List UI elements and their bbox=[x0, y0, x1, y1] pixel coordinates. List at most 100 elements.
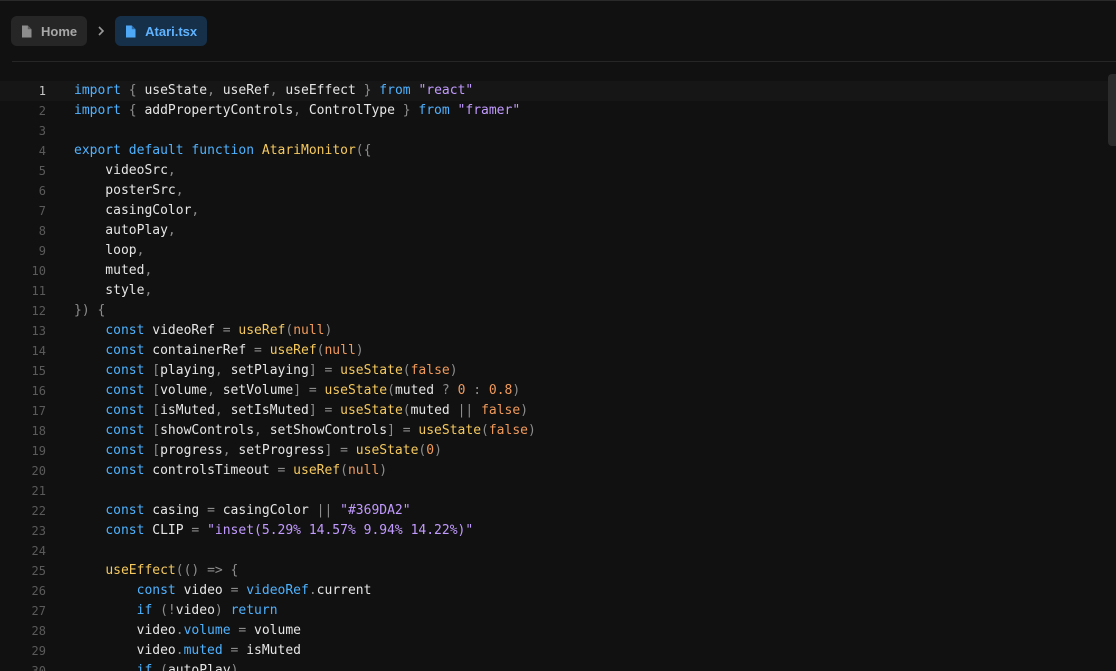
line-number: 9 bbox=[38, 244, 46, 258]
code-token: showControls bbox=[160, 423, 255, 438]
code-line[interactable]: 7 casingColor, bbox=[0, 201, 1116, 221]
code-text: const casing = casingColor || "#369DA2" bbox=[74, 501, 410, 521]
code-token: const bbox=[105, 363, 145, 378]
code-line[interactable]: 17 const [isMuted, setIsMuted] = useStat… bbox=[0, 401, 1116, 421]
code-token: ] = bbox=[293, 383, 325, 398]
code-token: "inset(5.29% 14.57% 9.94% 14.22%)" bbox=[207, 523, 474, 538]
line-number: 25 bbox=[31, 564, 46, 578]
code-line[interactable]: 22 const casing = casingColor || "#369DA… bbox=[0, 501, 1116, 521]
code-line[interactable]: 20 const controlsTimeout = useRef(null) bbox=[0, 461, 1116, 481]
line-number: 3 bbox=[38, 124, 46, 138]
code-line[interactable]: 3 bbox=[0, 121, 1116, 141]
chevron-right-icon bbox=[87, 26, 115, 36]
breadcrumb-file-tab[interactable]: Atari.tsx bbox=[115, 16, 208, 46]
line-number: 1 bbox=[38, 84, 46, 98]
code-text: const controlsTimeout = useRef(null) bbox=[74, 461, 387, 481]
line-number: 10 bbox=[31, 264, 46, 278]
header-divider bbox=[12, 61, 1116, 62]
code-text: const [showControls, setShowControls] = … bbox=[74, 421, 536, 441]
code-token: . bbox=[175, 623, 184, 638]
code-text: style, bbox=[74, 281, 152, 301]
code-token: function bbox=[191, 143, 255, 158]
code-line[interactable]: 30 if (autoPlay) bbox=[0, 661, 1116, 671]
code-token: , bbox=[191, 203, 200, 218]
code-line[interactable]: 12}) { bbox=[0, 301, 1116, 321]
code-token: current bbox=[316, 583, 372, 598]
line-number: 12 bbox=[31, 304, 46, 318]
code-token: muted bbox=[74, 263, 145, 278]
code-token: video bbox=[74, 643, 176, 658]
code-line[interactable]: 6 posterSrc, bbox=[0, 181, 1116, 201]
code-token: , bbox=[167, 223, 176, 238]
code-line[interactable]: 2 import { addPropertyControls, ControlTy… bbox=[0, 101, 1116, 121]
code-line[interactable]: 5 videoSrc, bbox=[0, 161, 1116, 181]
code-line[interactable]: 8 autoPlay, bbox=[0, 221, 1116, 241]
code-line[interactable]: 19 const [progress, setProgress] = useSt… bbox=[0, 441, 1116, 461]
code-token: (! bbox=[152, 603, 176, 618]
line-number: 19 bbox=[31, 444, 46, 458]
vertical-scrollbar[interactable] bbox=[1108, 74, 1116, 146]
breadcrumb-home-label: Home bbox=[41, 23, 78, 39]
code-text: const containerRef = useRef(null) bbox=[74, 341, 363, 361]
code-line[interactable]: 13 const videoRef = useRef(null) bbox=[0, 321, 1116, 341]
code-token: 0 bbox=[426, 443, 435, 458]
code-token: , bbox=[222, 443, 239, 458]
code-token: ] = bbox=[387, 423, 419, 438]
code-token: = bbox=[207, 503, 215, 518]
code-token: if bbox=[136, 663, 153, 671]
code-token: ( bbox=[402, 403, 411, 418]
code-token: const bbox=[105, 323, 145, 338]
code-line[interactable]: 24 bbox=[0, 541, 1116, 561]
line-number: 5 bbox=[38, 164, 46, 178]
code-token: { bbox=[120, 103, 145, 118]
code-token: addPropertyControls bbox=[144, 103, 294, 118]
code-editor[interactable]: 1 import { useState, useRef, useEffect } … bbox=[0, 81, 1116, 671]
code-line[interactable]: 1 import { useState, useRef, useEffect } … bbox=[0, 81, 1116, 101]
code-token: useState bbox=[144, 83, 208, 98]
code-token: [ bbox=[144, 383, 161, 398]
line-number: 26 bbox=[31, 584, 46, 598]
code-line[interactable]: 9 loop, bbox=[0, 241, 1116, 261]
code-token: useRef bbox=[269, 343, 317, 358]
code-token: video bbox=[175, 583, 231, 598]
code-token: if bbox=[136, 603, 153, 618]
code-token: CLIP bbox=[144, 523, 192, 538]
code-line[interactable]: 4 export default function AtariMonitor({ bbox=[0, 141, 1116, 161]
code-line[interactable]: 18 const [showControls, setShowControls]… bbox=[0, 421, 1116, 441]
code-token: export bbox=[74, 143, 121, 158]
code-line[interactable]: 27 if (!video) return bbox=[0, 601, 1116, 621]
code-token: "framer" bbox=[457, 103, 521, 118]
code-text: posterSrc, bbox=[74, 181, 183, 201]
code-line[interactable]: 29 video.muted = isMuted bbox=[0, 641, 1116, 661]
line-number: 15 bbox=[31, 364, 46, 378]
line-number: 6 bbox=[38, 184, 46, 198]
code-token: playing bbox=[160, 363, 215, 378]
code-token: autoPlay bbox=[74, 223, 168, 238]
breadcrumb-home-tab[interactable]: Home bbox=[11, 16, 88, 46]
code-token: from bbox=[418, 103, 450, 118]
code-text: autoPlay, bbox=[74, 221, 176, 241]
code-token: autoPlay bbox=[167, 663, 231, 671]
code-line[interactable]: 14 const containerRef = useRef(null) bbox=[0, 341, 1116, 361]
line-number: 2 bbox=[38, 104, 46, 118]
code-token: useRef bbox=[222, 83, 270, 98]
code-token: casingColor bbox=[214, 503, 317, 518]
code-line[interactable]: 11 style, bbox=[0, 281, 1116, 301]
code-token: const bbox=[105, 443, 145, 458]
code-token: , bbox=[254, 423, 270, 438]
code-line[interactable]: 10 muted, bbox=[0, 261, 1116, 281]
code-line[interactable]: 25 useEffect(() => { bbox=[0, 561, 1116, 581]
code-line[interactable]: 23 const CLIP = "inset(5.29% 14.57% 9.94… bbox=[0, 521, 1116, 541]
code-token: ( bbox=[285, 323, 294, 338]
code-text: import { addPropertyControls, ControlTyp… bbox=[74, 101, 520, 121]
code-line[interactable]: 21 bbox=[0, 481, 1116, 501]
code-token: video bbox=[74, 623, 176, 638]
code-line[interactable]: 26 const video = videoRef.current bbox=[0, 581, 1116, 601]
code-text: video.muted = isMuted bbox=[74, 641, 301, 661]
code-token: muted bbox=[410, 403, 458, 418]
code-text: if (autoPlay) bbox=[74, 661, 239, 671]
code-line[interactable]: 16 const [volume, setVolume] = useState(… bbox=[0, 381, 1116, 401]
code-line[interactable]: 15 const [playing, setPlaying] = useStat… bbox=[0, 361, 1116, 381]
code-line[interactable]: 28 video.volume = volume bbox=[0, 621, 1116, 641]
